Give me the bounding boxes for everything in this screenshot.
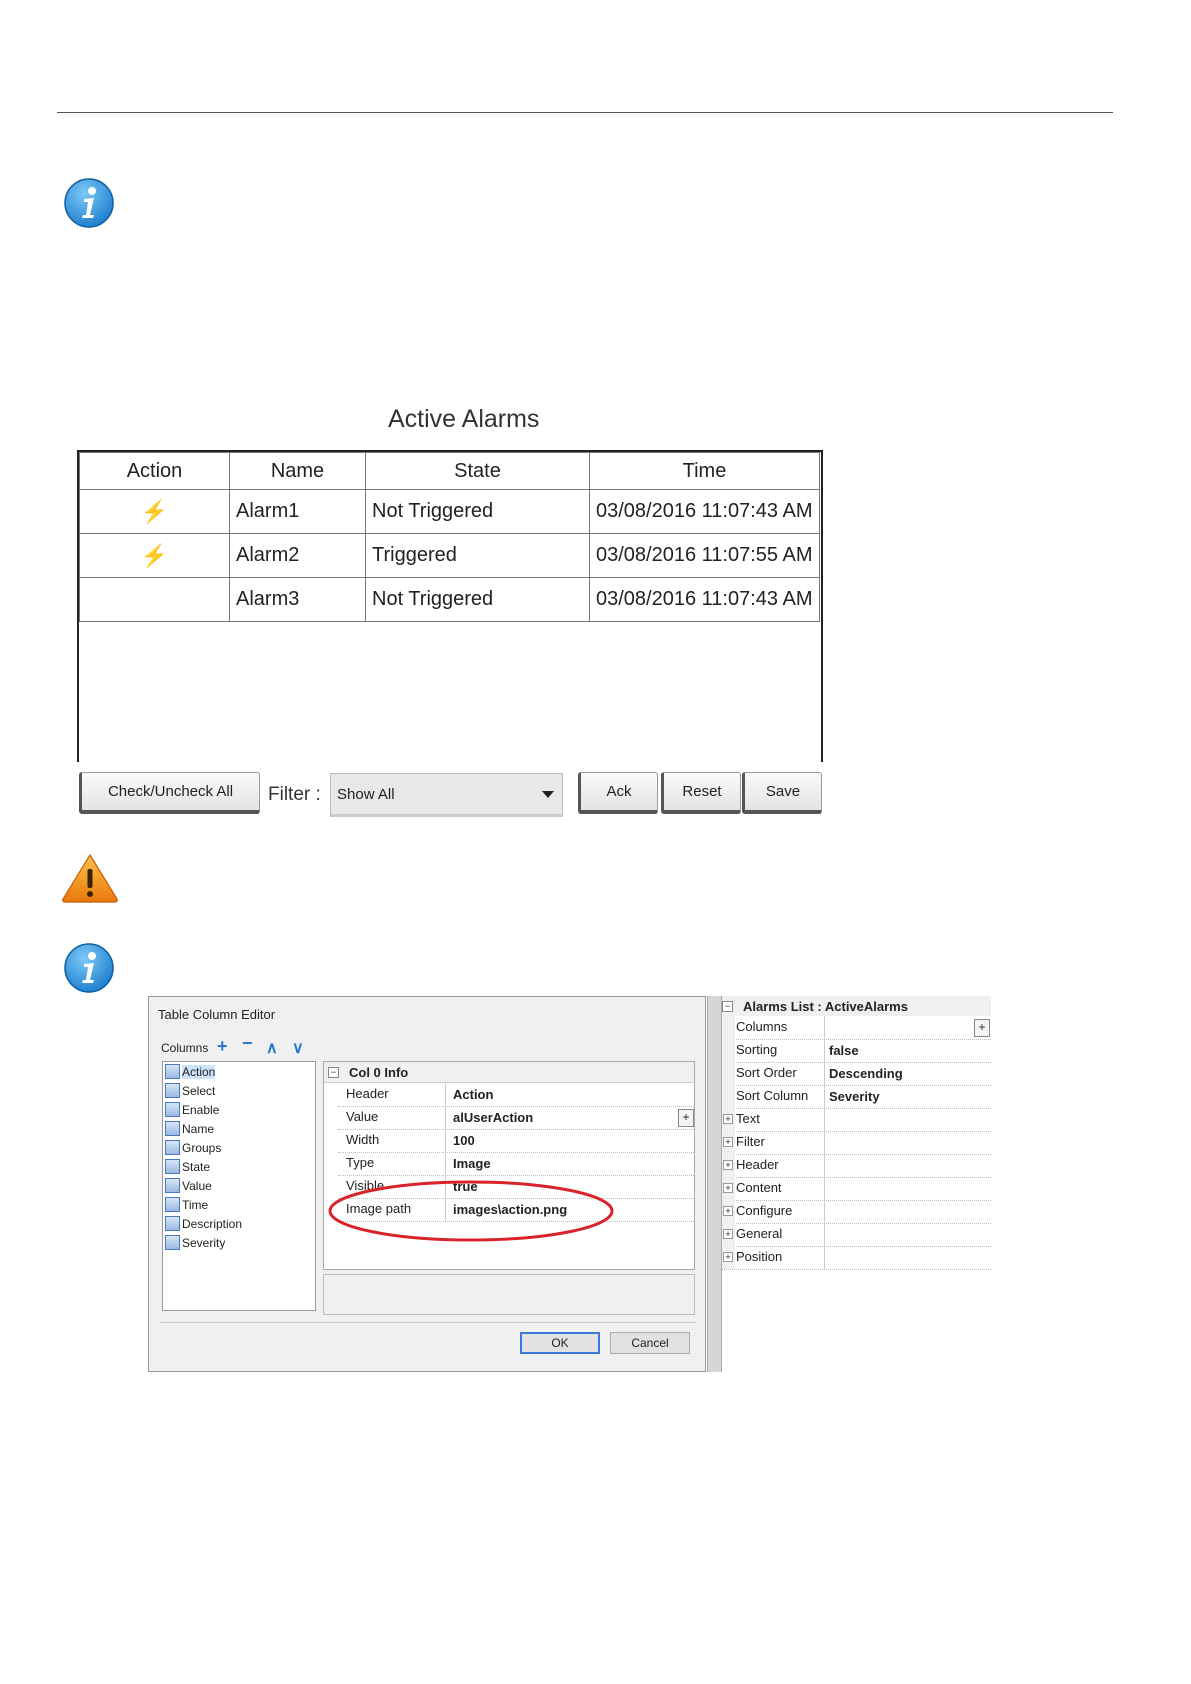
move-up-icon[interactable]: ∧ — [266, 1040, 278, 1058]
save-button[interactable]: Save — [742, 772, 822, 814]
column-icon — [165, 1102, 180, 1117]
column-header-name[interactable]: Name — [229, 452, 366, 490]
collapse-icon[interactable]: − — [328, 1066, 339, 1078]
column-icon — [165, 1216, 180, 1231]
column-header-action[interactable]: Action — [79, 452, 230, 490]
alarm-time-cell: 03/08/2016 11:07:43 AM — [589, 489, 820, 534]
column-icon — [165, 1178, 180, 1193]
dialog-title: Table Column Editor — [158, 1007, 276, 1022]
alarm-state-cell: Not Triggered — [365, 577, 590, 622]
expand-icon[interactable]: + — [723, 1114, 733, 1124]
panel-splitter[interactable] — [707, 996, 722, 1372]
table-row[interactable]: ⚡ Alarm2 Triggered 03/08/2016 11:07:55 A… — [79, 533, 820, 578]
info-icon — [64, 943, 114, 993]
property-row[interactable]: Width 100 — [338, 1129, 694, 1153]
remove-column-icon[interactable]: − — [242, 1034, 253, 1052]
property-description-panel — [323, 1274, 695, 1315]
expand-icon[interactable]: + — [723, 1183, 733, 1193]
property-row[interactable]: + Configure — [722, 1200, 991, 1224]
column-header-state[interactable]: State — [365, 452, 590, 490]
list-item[interactable]: Groups — [163, 1138, 315, 1157]
list-item[interactable]: State — [163, 1157, 315, 1176]
dropdown-arrow-icon — [542, 791, 554, 798]
expand-icon[interactable]: + — [723, 1252, 733, 1262]
alarm-state-cell: Not Triggered — [365, 489, 590, 534]
ok-button[interactable]: OK — [520, 1332, 600, 1354]
property-row[interactable]: Columns + — [722, 1016, 991, 1040]
property-row[interactable]: + General — [722, 1223, 991, 1247]
warning-icon — [62, 853, 118, 903]
action-cell-empty — [79, 577, 230, 622]
filter-dropdown[interactable]: Show All — [330, 773, 563, 817]
table-row[interactable]: Alarm3 Not Triggered 03/08/2016 11:07:43… — [79, 577, 820, 622]
filter-label: Filter : — [268, 784, 321, 805]
property-row[interactable]: + Position — [722, 1246, 991, 1270]
list-item[interactable]: Severity — [163, 1233, 315, 1252]
expand-value-button[interactable]: + — [678, 1109, 694, 1127]
property-group-header[interactable]: − Alarms List : ActiveAlarms — [722, 996, 991, 1016]
expand-value-button[interactable]: + — [974, 1019, 990, 1037]
property-row[interactable]: + Header — [722, 1154, 991, 1178]
filter-selected-value: Show All — [337, 785, 395, 803]
expand-icon[interactable]: + — [723, 1206, 733, 1216]
reset-button[interactable]: Reset — [661, 772, 741, 814]
alarm-name-cell: Alarm3 — [229, 577, 366, 622]
lightning-icon[interactable]: ⚡ — [79, 489, 230, 534]
list-item[interactable]: Select — [163, 1081, 315, 1100]
table-header-row: Action Name State Time — [79, 452, 820, 490]
active-alarms-title: Active Alarms — [388, 405, 540, 433]
property-row[interactable]: + Content — [722, 1177, 991, 1201]
alarm-name-cell: Alarm2 — [229, 533, 366, 578]
column-icon — [165, 1159, 180, 1174]
property-row[interactable]: Sort Order Descending — [722, 1062, 991, 1086]
divider — [159, 1322, 697, 1323]
column-icon — [165, 1064, 180, 1079]
property-row[interactable]: Value alUserAction + — [338, 1106, 694, 1130]
expand-icon[interactable]: + — [723, 1137, 733, 1147]
list-item[interactable]: Time — [163, 1195, 315, 1214]
column-icon — [165, 1121, 180, 1136]
property-row[interactable]: + Filter — [722, 1131, 991, 1155]
move-down-icon[interactable]: ∨ — [292, 1040, 304, 1058]
collapse-icon[interactable]: − — [722, 1000, 733, 1012]
column-icon — [165, 1197, 180, 1212]
highlight-ellipse — [328, 1180, 614, 1242]
alarm-name-cell: Alarm1 — [229, 489, 366, 534]
alarms-table: Action Name State Time ⚡ Alarm1 Not Trig… — [79, 452, 820, 622]
column-icon — [165, 1235, 180, 1250]
property-row[interactable]: Header Action — [338, 1083, 694, 1107]
list-item[interactable]: Description — [163, 1214, 315, 1233]
list-item[interactable]: Name — [163, 1119, 315, 1138]
list-item[interactable]: Action — [163, 1062, 315, 1081]
table-row[interactable]: ⚡ Alarm1 Not Triggered 03/08/2016 11:07:… — [79, 489, 820, 534]
alarm-state-cell: Triggered — [365, 533, 590, 578]
list-item[interactable]: Value — [163, 1176, 315, 1195]
alarm-time-cell: 03/08/2016 11:07:43 AM — [589, 577, 820, 622]
property-row[interactable]: Sort Column Severity — [722, 1085, 991, 1109]
header-rule — [57, 112, 1113, 113]
columns-label: Columns — [161, 1041, 209, 1055]
column-icon — [165, 1083, 180, 1098]
list-item[interactable]: Enable — [163, 1100, 315, 1119]
property-group-header[interactable]: − Col 0 Info — [324, 1062, 694, 1083]
active-alarms-widget: Action Name State Time ⚡ Alarm1 Not Trig… — [77, 450, 823, 762]
expand-icon[interactable]: + — [723, 1160, 733, 1170]
lightning-icon[interactable]: ⚡ — [79, 533, 230, 578]
info-icon — [64, 178, 114, 228]
property-row[interactable]: Type Image — [338, 1152, 694, 1176]
alarms-list-properties-panel: − Alarms List : ActiveAlarms Columns + So… — [722, 996, 991, 1372]
add-column-icon[interactable]: + — [217, 1037, 228, 1055]
ack-button[interactable]: Ack — [578, 772, 658, 814]
column-header-time[interactable]: Time — [589, 452, 820, 490]
cancel-button[interactable]: Cancel — [610, 1332, 690, 1354]
property-row[interactable]: + Text — [722, 1108, 991, 1132]
expand-icon[interactable]: + — [723, 1229, 733, 1239]
column-icon — [165, 1140, 180, 1155]
property-row[interactable]: Sorting false — [722, 1039, 991, 1063]
columns-list: Action Select Enable Name Groups State V… — [162, 1061, 316, 1311]
alarm-time-cell: 03/08/2016 11:07:55 AM — [589, 533, 820, 578]
check-uncheck-all-button[interactable]: Check/Uncheck All — [79, 772, 260, 814]
